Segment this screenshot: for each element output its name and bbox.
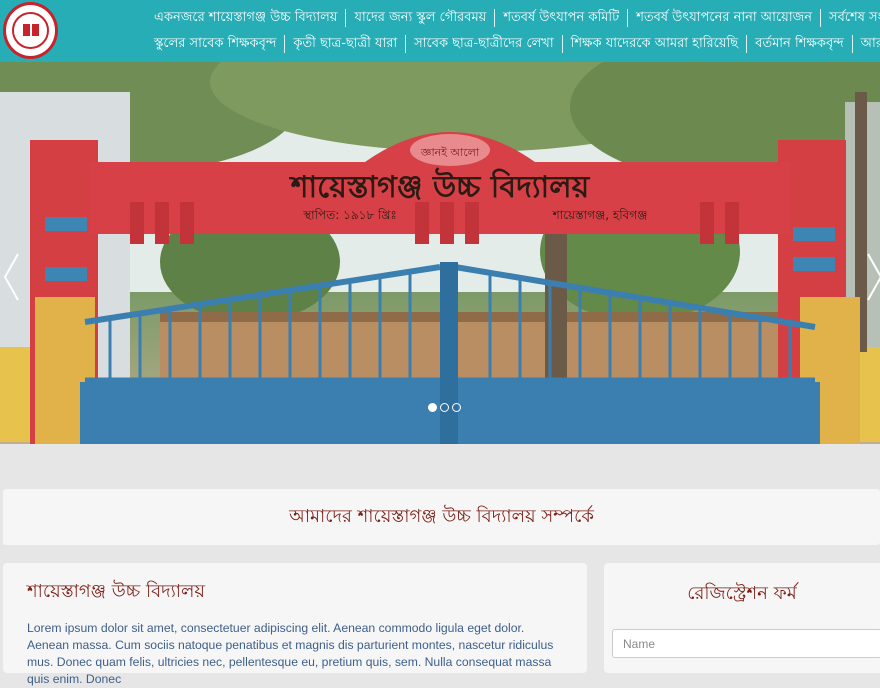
gate-photo: জ্ঞানই আলো শায়েস্তাগঞ্জ উচ্চ বিদ্যালয় … [0, 62, 880, 444]
nav-item-overview[interactable]: একনজরে শায়েস্তাগঞ্জ উচ্চ বিদ্যালয় [150, 9, 345, 27]
gate-location: শায়েস্তাগঞ্জ, হবিগঞ্জ [552, 208, 648, 222]
nav-item-notable-students[interactable]: কৃতী ছাত্র-ছাত্রী যারা [284, 35, 405, 53]
nav-item-centenary-events[interactable]: শতবর্ষ উৎযাপনের নানা আয়োজন [627, 9, 820, 27]
carousel-next-icon[interactable] [864, 252, 880, 302]
name-input[interactable] [612, 629, 880, 658]
nav-item-current-teachers[interactable]: বর্তমান শিক্ষকবৃন্দ [746, 35, 852, 53]
site-header: একনজরে শায়েস্তাগঞ্জ উচ্চ বিদ্যালয় যাদে… [0, 0, 880, 62]
main-nav-row-2: স্কুলের সাবেক শিক্ষকবৃন্দ কৃতী ছাত্র-ছাত… [150, 31, 880, 57]
nav-item-alumni-writings[interactable]: সাবেক ছাত্র-ছাত্রীদের লেখা [405, 35, 561, 53]
book-icon [12, 12, 49, 49]
school-title: শায়েস্তাগঞ্জ উচ্চ বিদ্যালয় [27, 581, 206, 602]
school-info-card: শায়েস্তাগঞ্জ উচ্চ বিদ্যালয় Lorem ipsum… [3, 563, 587, 686]
nav-item-former-teachers[interactable]: স্কুলের সাবেক শিক্ষকবৃন্দ [150, 35, 284, 53]
carousel-prev-icon[interactable] [2, 252, 22, 302]
about-heading: আমাদের শায়েস্তাগঞ্জ উচ্চ বিদ্যালয় সম্প… [289, 505, 594, 527]
about-banner: আমাদের শায়েস্তাগঞ্জ উচ্চ বিদ্যালয় সম্প… [3, 489, 880, 545]
main-nav-row-1: একনজরে শায়েস্তাগঞ্জ উচ্চ বিদ্যালয় যাদে… [150, 5, 880, 31]
school-logo[interactable] [3, 2, 58, 59]
carousel-dot-3[interactable] [452, 403, 461, 412]
nav-item-centenary-committee[interactable]: শতবর্ষ উৎযাপন কমিটি [494, 9, 627, 27]
carousel-indicators [428, 403, 461, 412]
registration-card: রেজিস্ট্রেশন ফর্ম [604, 563, 880, 673]
school-description: Lorem ipsum dolor sit amet, consectetuer… [27, 621, 554, 686]
nav-item-more[interactable]: আরও [851, 35, 880, 53]
hero-carousel[interactable]: জ্ঞানই আলো শায়েস্তাগঞ্জ উচ্চ বিদ্যালয় … [0, 62, 880, 444]
registration-title: রেজিস্ট্রেশন ফর্ম [687, 583, 797, 604]
nav-item-lost-teachers[interactable]: শিক্ষক যাদেরকে আমরা হারিয়েছি [561, 35, 746, 53]
nav-item-latest-news[interactable]: সর্বশেষ সংবাদ [820, 9, 880, 27]
gate-title: শায়েস্তাগঞ্জ উচ্চ বিদ্যালয় [289, 167, 591, 205]
carousel-dot-1[interactable] [428, 403, 437, 412]
gate-motto: জ্ঞানই আলো [420, 146, 480, 159]
nav-item-pride[interactable]: যাদের জন্য স্কুল গৌরবময় [345, 9, 494, 27]
gate-established: স্থাপিত: ১৯১৮ খ্রিঃ [302, 208, 397, 222]
carousel-dot-2[interactable] [440, 403, 449, 412]
